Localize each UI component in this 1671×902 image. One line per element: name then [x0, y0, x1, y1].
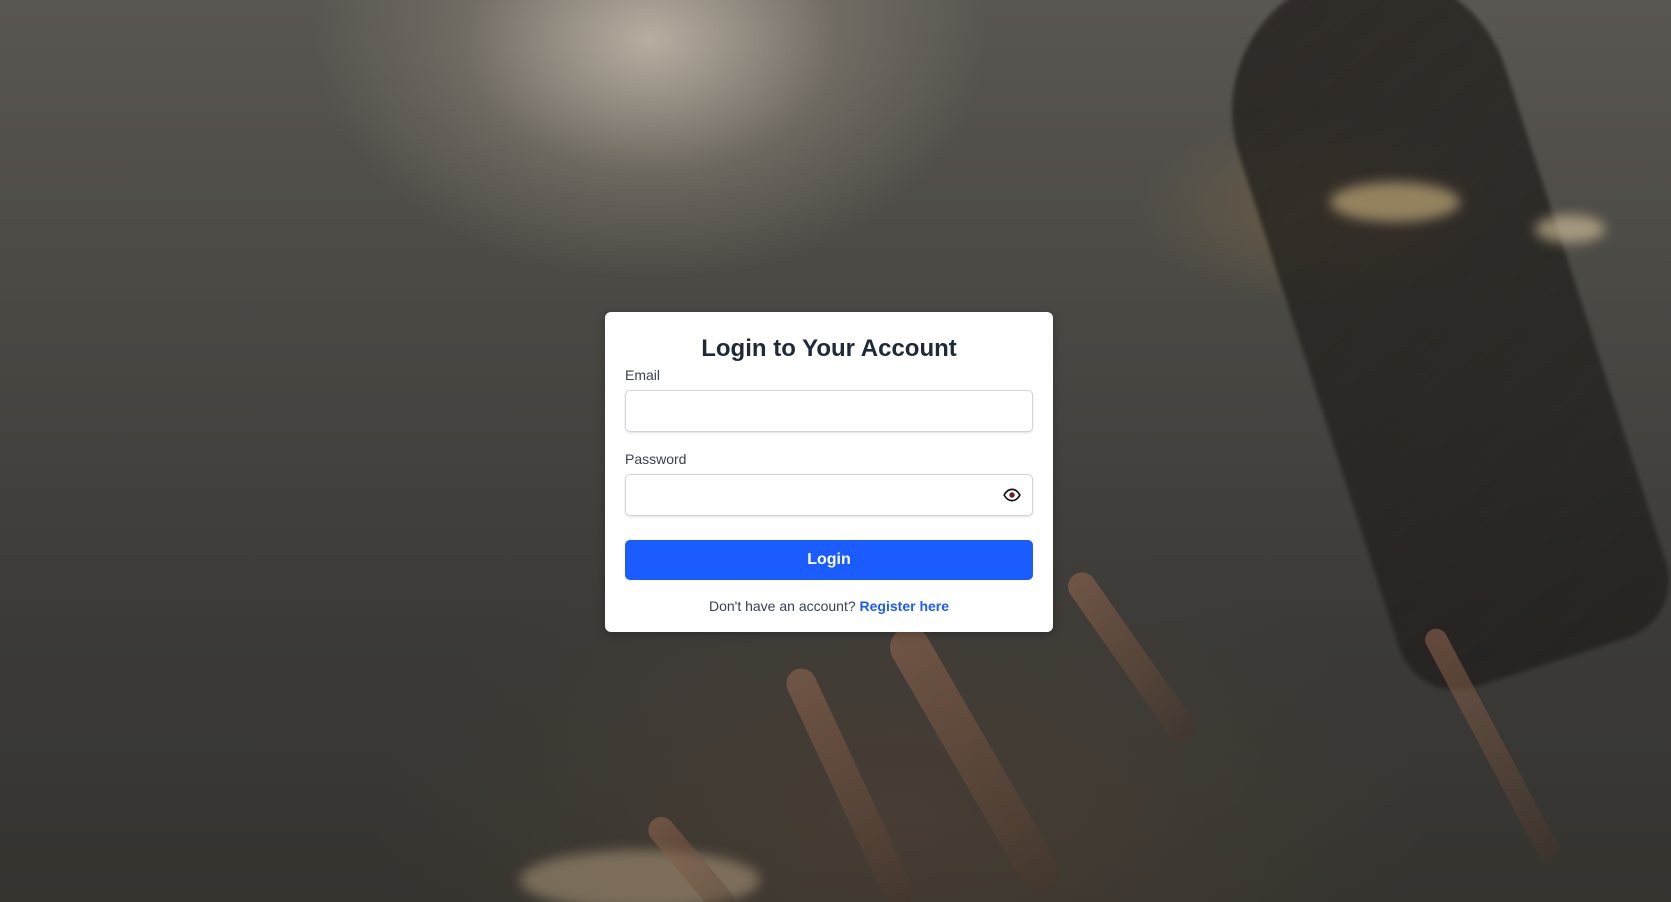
raised-arm [1062, 566, 1201, 747]
email-field-wrap [625, 390, 1033, 432]
email-label: Email [625, 367, 661, 383]
page-title: Login to Your Account [701, 335, 957, 362]
stage-light [1535, 215, 1605, 243]
login-button[interactable]: Login [625, 540, 1033, 580]
register-prompt-text: Don't have an account? [708, 598, 856, 614]
stage-light [1330, 182, 1460, 222]
password-field-wrap [625, 474, 1033, 516]
eye-icon[interactable] [1003, 486, 1021, 504]
login-card: Login to Your Account Email Password Log… [605, 312, 1053, 632]
register-link[interactable]: Register here [860, 598, 949, 614]
register-prompt-row: Don't have an account? Register here [625, 598, 1033, 614]
raised-arm [882, 620, 1068, 900]
email-field[interactable] [625, 390, 1033, 432]
raised-arm [781, 663, 919, 902]
password-label: Password [625, 451, 687, 467]
password-field[interactable] [625, 474, 1033, 516]
guitar-silhouette [1195, 0, 1671, 706]
